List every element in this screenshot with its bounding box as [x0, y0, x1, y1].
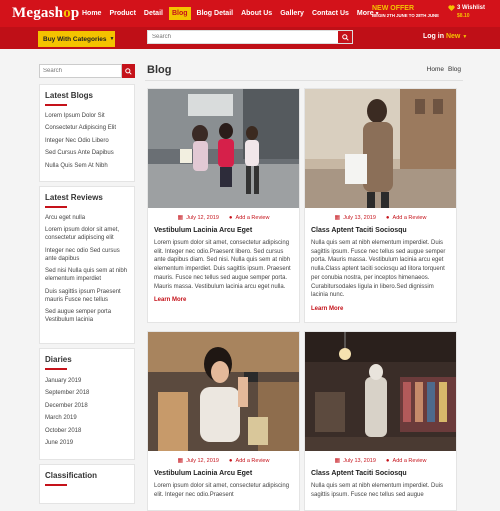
nav-blog[interactable]: Blog — [168, 7, 191, 20]
main-nav: Home Product Detail Blog Blog Detail Abo… — [80, 7, 386, 20]
sidebar-archive-link[interactable]: June 2019 — [45, 439, 129, 447]
sidebar-review-link[interactable]: Sed augue semper porta Vestibulum lacini… — [45, 308, 129, 324]
latest-reviews-panel: Latest Reviews Arcu eget nulla Lorem ips… — [39, 186, 135, 344]
post-excerpt: Nulla quis sem at nibh elementum imperdi… — [311, 240, 446, 299]
comment-icon: ● — [228, 214, 233, 221]
post-excerpt: Lorem ipsum dolor sit amet, consectetur … — [154, 483, 290, 498]
breadcrumb: Home Blog — [423, 66, 461, 73]
divider — [45, 484, 67, 486]
chevron-down-icon: ▼ — [109, 36, 115, 42]
post-excerpt: Lorem ipsum dolor sit amet, consectetur … — [154, 240, 291, 290]
add-review-link[interactable]: Add a Review — [393, 215, 427, 221]
top-header: Megashop Home Product Detail Blog Blog D… — [0, 0, 500, 27]
blog-image-boutique[interactable] — [305, 332, 456, 451]
sidebar-blog-link[interactable]: Integer Nec Odio Libero — [45, 137, 129, 145]
wishlist[interactable]: 3 Wishlist $8.10 — [448, 5, 485, 19]
blog-card: ▦ July 13, 2019 ● Add a Review Class Apten… — [304, 331, 457, 511]
nav-gallery[interactable]: Gallery — [278, 7, 306, 20]
nav-about-us[interactable]: About Us — [239, 7, 274, 20]
diaries-panel: Diaries January 2019 September 2018 Dece… — [39, 348, 135, 460]
post-title[interactable]: Class Aptent Taciti Sociosqu — [305, 470, 456, 477]
calendar-icon: ▦ — [334, 215, 341, 221]
comment-icon: ● — [228, 457, 233, 464]
panel-title: Classification — [45, 471, 98, 480]
offer-subtitle: BEGIN 2TH JUNE TO 28TH JUNE — [372, 13, 440, 18]
sidebar-review-link[interactable]: Lorem ipsum dolor sit amet, consectetur … — [45, 226, 129, 242]
nav-product[interactable]: Product — [107, 7, 137, 20]
post-title[interactable]: Class Aptent Taciti Sociosqu — [305, 227, 456, 234]
post-title[interactable]: Vestibulum Lacinia Arcu Eget — [148, 470, 299, 477]
sidebar-archive-link[interactable]: September 2018 — [45, 389, 129, 397]
post-date: July 12, 2019 — [186, 214, 219, 221]
page-title: Blog — [147, 64, 172, 76]
nav-contact-us[interactable]: Contact Us — [310, 7, 351, 20]
calendar-icon: ▦ — [334, 458, 341, 464]
sidebar-archive-link[interactable]: March 2019 — [45, 414, 129, 422]
header-search — [147, 30, 353, 44]
search-icon — [341, 33, 349, 41]
sidebar-search-input[interactable] — [39, 64, 122, 78]
chevron-down-icon: ▼ — [462, 34, 468, 40]
sidebar-search — [39, 64, 135, 78]
divider — [145, 80, 463, 81]
add-review-link[interactable]: Add a Review — [236, 215, 270, 221]
sidebar-review-link[interactable]: Integer nec odio Sed cursus ante dapibus — [45, 247, 129, 263]
sidebar-search-button[interactable] — [122, 64, 135, 78]
blog-card: ▦ July 12, 2019 ● Add a Review Vestibulum … — [147, 88, 300, 323]
post-date: July 13, 2019 — [343, 214, 376, 221]
latest-blogs-panel: Latest Blogs Lorem Ipsum Dolor Sit Conse… — [39, 84, 135, 182]
wishlist-label: 3 Wishlist — [457, 5, 485, 11]
offer-banner[interactable]: NEW OFFER BEGIN 2TH JUNE TO 28TH JUNE — [372, 5, 439, 18]
breadcrumb-current: Blog — [447, 66, 461, 73]
sidebar-blog-link[interactable]: Nulla Quis Sem At Nibh — [45, 162, 129, 170]
panel-title: Latest Blogs — [45, 91, 94, 100]
blog-image-shopper-street[interactable] — [305, 89, 456, 208]
page-header: Blog Home Blog — [145, 61, 463, 81]
sidebar-blog-link[interactable]: Sed Cursus Ante Dapibus — [45, 149, 129, 157]
nav-blog-detail[interactable]: Blog Detail — [195, 7, 236, 20]
new-badge: New — [445, 33, 461, 40]
blog-card: ▦ July 13, 2019 ● Add a Review Class Apten… — [304, 88, 457, 323]
wishlist-price: $8.10 — [457, 13, 470, 19]
login-link[interactable]: Log in New ▼ — [423, 33, 467, 40]
post-title[interactable]: Vestibulum Lacinia Arcu Eget — [148, 227, 299, 234]
comment-icon: ● — [385, 457, 390, 464]
categories-button[interactable]: Buy With Categories ▼ — [38, 31, 115, 47]
add-review-link[interactable]: Add a Review — [393, 458, 427, 464]
calendar-icon: ▦ — [177, 215, 184, 221]
heart-icon — [448, 5, 455, 11]
post-date: July 13, 2019 — [343, 457, 376, 464]
comment-icon: ● — [385, 214, 390, 221]
classification-panel: Classification — [39, 464, 135, 504]
sidebar-blog-link[interactable]: Consectetur Adipiscing Elit — [45, 124, 129, 132]
breadcrumb-home[interactable]: Home — [427, 66, 444, 73]
sidebar-blog-link[interactable]: Lorem Ipsum Dolor Sit — [45, 112, 129, 120]
post-excerpt: Nulla quis sem at nibh elementum imperdi… — [311, 483, 444, 498]
blog-card: ▦ July 12, 2019 ● Add a Review Vestibulum … — [147, 331, 300, 511]
sidebar-archive-link[interactable]: October 2018 — [45, 427, 129, 435]
offer-title: NEW OFFER — [372, 5, 414, 12]
sidebar-archive-link[interactable]: December 2018 — [45, 402, 129, 410]
sidebar-review-link[interactable]: Arcu eget nulla — [45, 214, 129, 222]
panel-title: Latest Reviews — [45, 193, 103, 202]
search-button[interactable] — [338, 31, 352, 43]
nav-home[interactable]: Home — [80, 7, 103, 20]
learn-more-link[interactable]: Learn More — [305, 306, 456, 312]
site-logo[interactable]: Megashop — [12, 5, 79, 22]
search-icon — [125, 67, 132, 75]
blog-image-shoppers[interactable] — [148, 89, 299, 208]
post-date: July 12, 2019 — [186, 457, 219, 464]
sidebar-review-link[interactable]: Sed nisi Nulla quis sem at nibh elementu… — [45, 267, 129, 283]
nav-detail[interactable]: Detail — [142, 7, 165, 20]
calendar-icon: ▦ — [177, 458, 184, 464]
search-input[interactable] — [148, 31, 338, 43]
sidebar-archive-link[interactable]: January 2019 — [45, 377, 129, 385]
sidebar-review-link[interactable]: Duis sagittis ipsum Praesent mauris Fusc… — [45, 288, 129, 304]
learn-more-link[interactable]: Learn More — [148, 297, 299, 303]
panel-title: Diaries — [45, 355, 72, 364]
add-review-link[interactable]: Add a Review — [236, 458, 270, 464]
blog-image-phone-shopper[interactable] — [148, 332, 299, 451]
